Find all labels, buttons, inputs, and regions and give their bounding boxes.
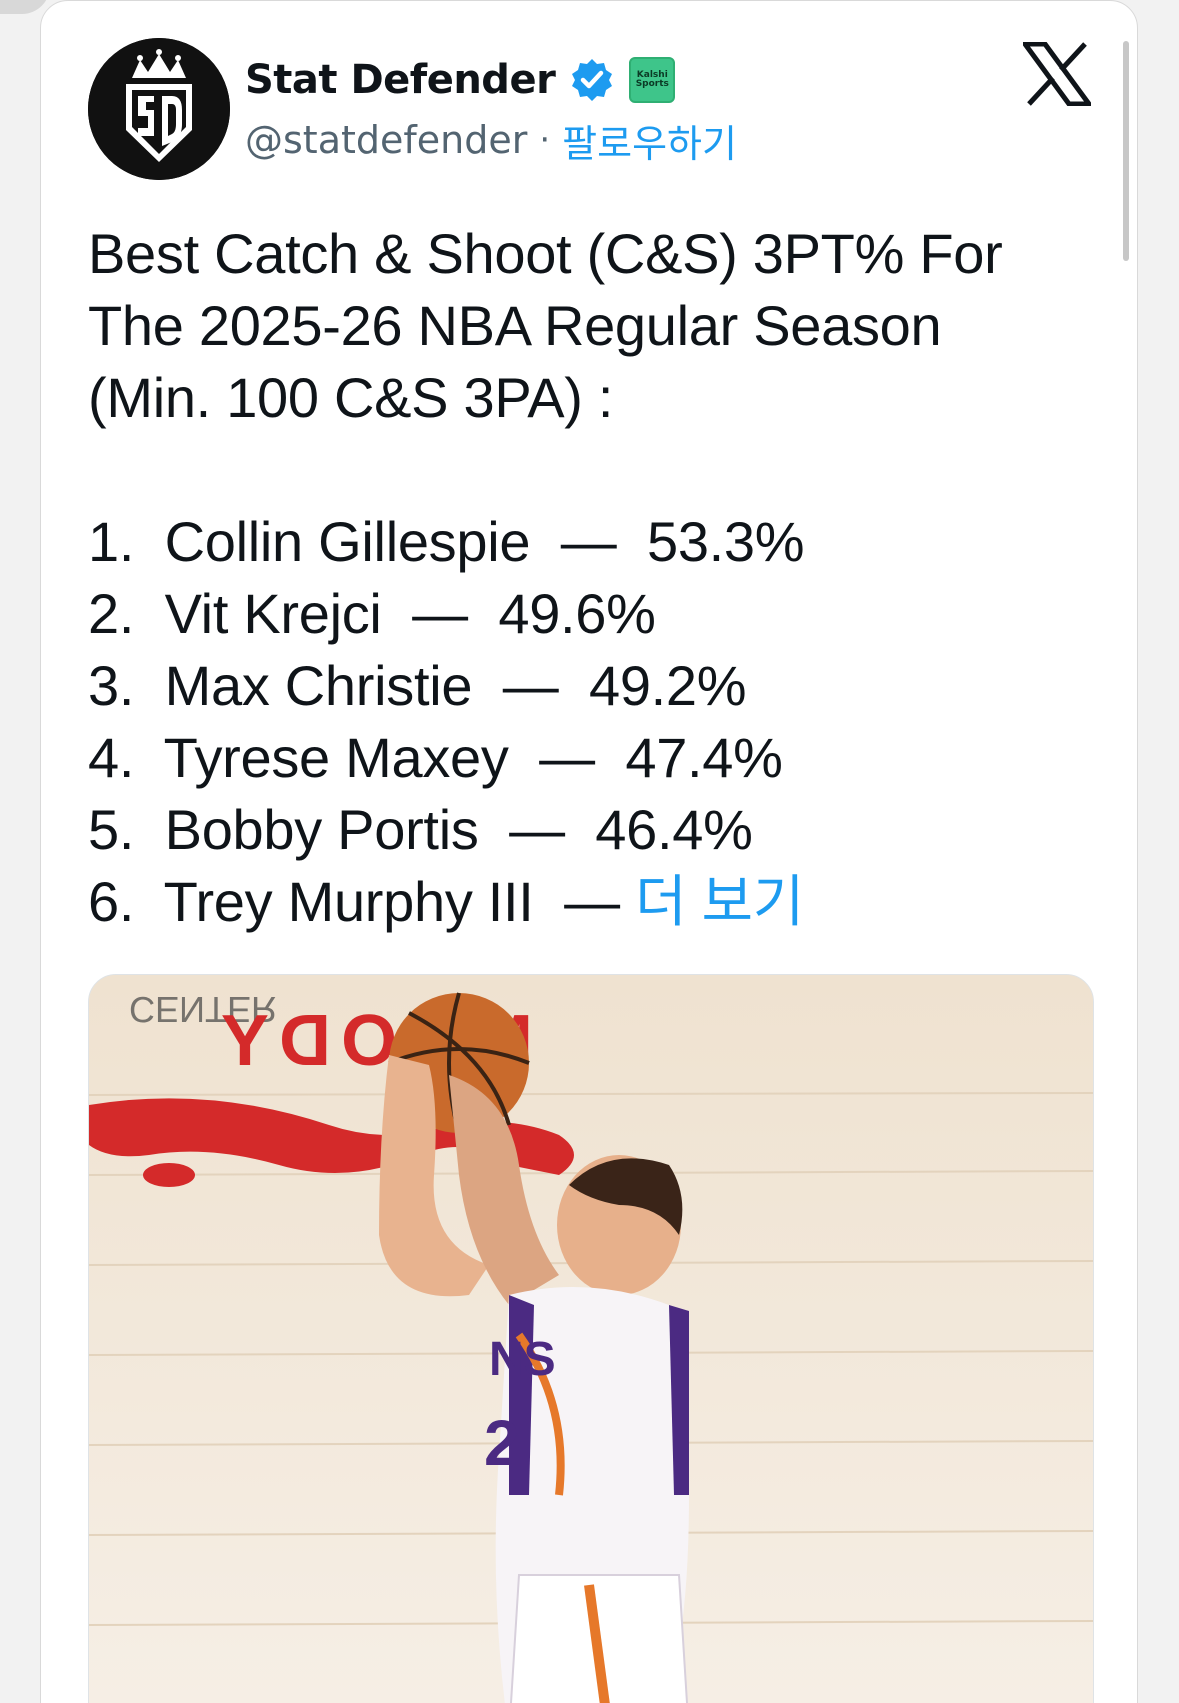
verified-badge-icon — [569, 57, 615, 103]
dash: — — [502, 654, 559, 717]
title-line: (Min. 100 C&S 3PA) : — [88, 366, 614, 429]
dash: — — [509, 798, 565, 861]
rank-number: 1. — [88, 510, 135, 573]
stat-value: 47.4% — [625, 726, 783, 789]
stat-value: 46.4% — [595, 798, 753, 861]
player-shooting-photo: CENTER MOODY CENT NS 2 — [89, 975, 1093, 1703]
handle-row: @statdefender · 팔로우하기 — [245, 112, 737, 168]
kalshi-sports-badge[interactable]: Kalshi Sports — [629, 57, 676, 103]
ranking-row: 5. Bobby Portis — 46.4% — [88, 794, 1098, 866]
stat-defender-logo-icon — [88, 38, 230, 180]
stat-value: 53.3% — [646, 510, 805, 573]
user-handle[interactable]: @statdefender — [245, 118, 527, 162]
rank-number: 6. — [88, 870, 135, 933]
ranking-row: 1. Collin Gillespie — 53.3% — [88, 506, 1098, 578]
ranking-row: 4. Tyrese Maxey — 47.4% — [88, 722, 1098, 794]
scrollbar[interactable] — [1123, 41, 1129, 261]
ranking-row: 2. Vit Krejci — 49.6% — [88, 578, 1098, 650]
svg-text:NS: NS — [489, 1333, 556, 1386]
ranking-row: 3. Max Christie — 49.2% — [88, 650, 1098, 722]
rank-number: 5. — [88, 798, 135, 861]
title-line: Best Catch & Shoot (C&S) 3PT% For — [88, 222, 1003, 285]
page: Stat Defender Kalshi Sports @statdefende… — [0, 0, 1179, 1703]
rank-number: 2. — [88, 582, 135, 645]
dash: — — [412, 582, 468, 645]
show-more-link[interactable]: 더 보기 — [635, 870, 804, 933]
stat-value: 49.2% — [588, 654, 747, 717]
player-name: Max Christie — [164, 654, 473, 717]
ranking-list: 1. Collin Gillespie — 53.3% 2. Vit Krejc… — [88, 506, 1098, 938]
svg-text:2: 2 — [484, 1407, 520, 1479]
separator-dot: · — [539, 120, 551, 160]
player-name: Bobby Portis — [164, 798, 479, 861]
tweet-text: Best Catch & Shoot (C&S) 3PT% For The 20… — [88, 218, 1098, 938]
dash: — — [539, 726, 595, 789]
name-row: Stat Defender Kalshi Sports — [245, 50, 676, 110]
rank-number: 4. — [88, 726, 135, 789]
player-name: Trey Murphy III — [163, 870, 534, 933]
player-name: Collin Gillespie — [164, 510, 531, 573]
affiliate-line-2: Sports — [635, 79, 669, 89]
stat-value: 49.6% — [498, 582, 656, 645]
tweet-media[interactable]: CENTER MOODY CENT NS 2 — [88, 974, 1094, 1703]
avatar[interactable] — [88, 38, 230, 180]
player-name: Vit Krejci — [164, 582, 382, 645]
dash: — — [560, 510, 617, 573]
rank-number: 3. — [88, 654, 135, 717]
ranking-row: 6. Trey Murphy III — 더 보기 — [88, 866, 1098, 938]
display-name[interactable]: Stat Defender — [245, 57, 556, 103]
follow-button[interactable]: 팔로우하기 — [562, 113, 737, 168]
x-logo-icon[interactable] — [1023, 42, 1091, 106]
title-line: The 2025-26 NBA Regular Season — [88, 294, 942, 357]
background-corner — [0, 0, 50, 14]
dash: — — [564, 870, 620, 933]
player-name: Tyrese Maxey — [163, 726, 509, 789]
